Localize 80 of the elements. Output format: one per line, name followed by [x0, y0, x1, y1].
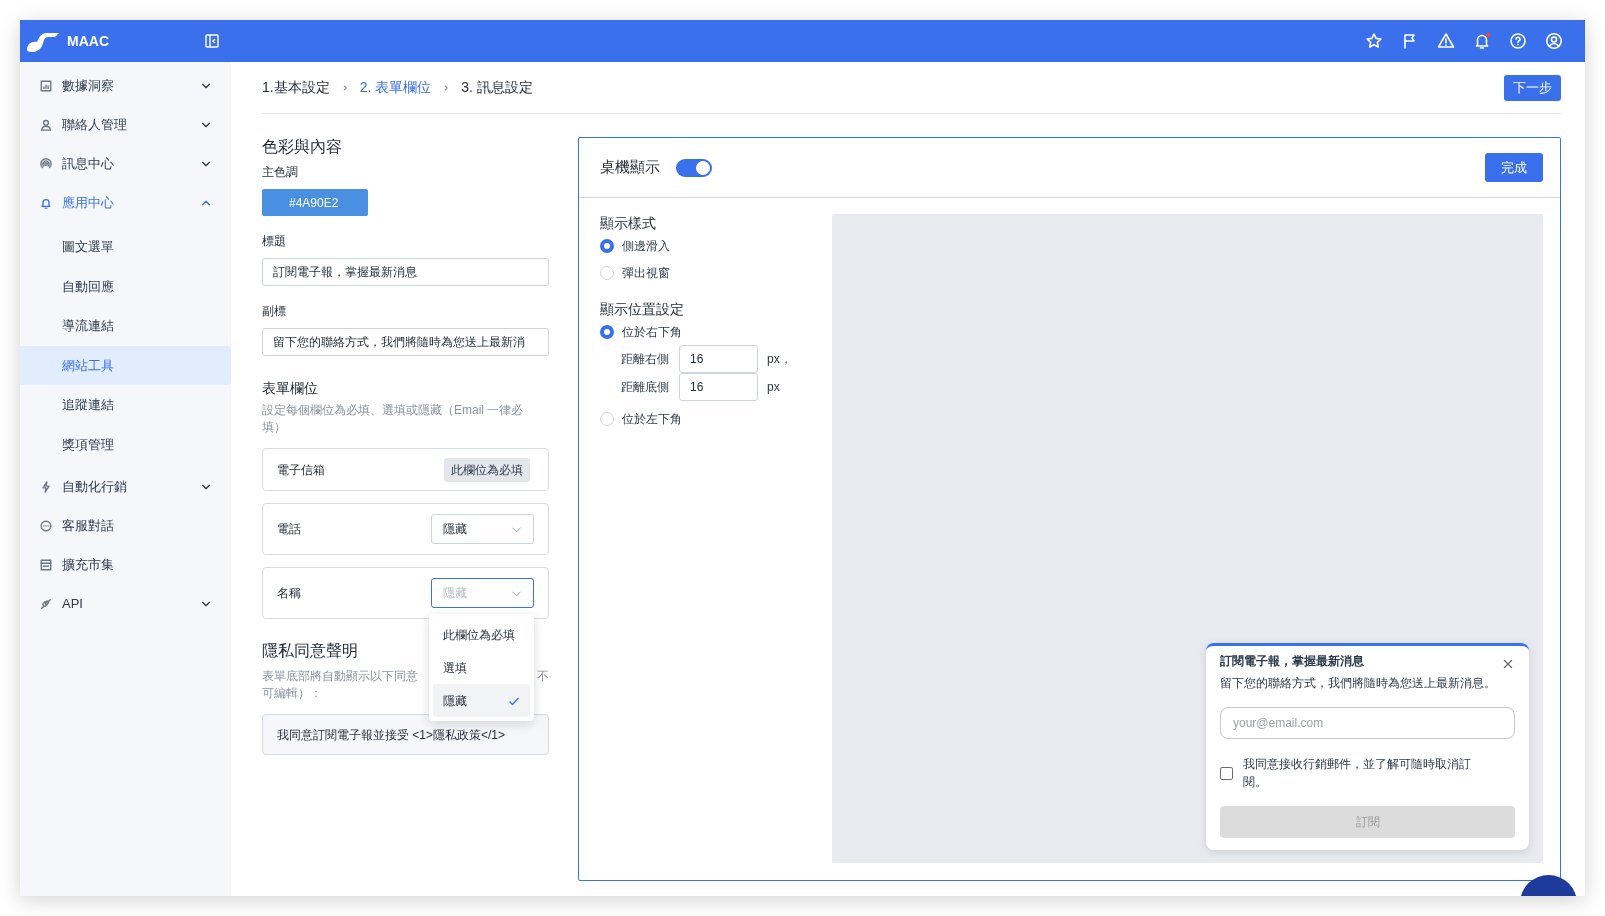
- menu-icon: [40, 480, 52, 493]
- field-name: 名稱: [277, 585, 302, 602]
- user-icon[interactable]: [1545, 32, 1563, 50]
- sidebar-toggle-icon[interactable]: [205, 34, 219, 48]
- sidebar-item[interactable]: API: [20, 584, 231, 623]
- field-label: 副標: [262, 303, 287, 320]
- sidebar-item[interactable]: 數據洞察: [20, 66, 231, 105]
- radio-label[interactable]: 側邊滑入: [622, 236, 670, 255]
- radio-label[interactable]: 彈出視窗: [622, 263, 670, 282]
- consent-text: 我同意訂閱電子報並接受 <1>隱私政策</1>: [262, 714, 549, 755]
- step-link[interactable]: 1.基本設定: [262, 77, 330, 98]
- sidebar-item[interactable]: 追蹤連結: [20, 385, 231, 425]
- dropdown-option[interactable]: 隱藏: [433, 684, 530, 717]
- select-field[interactable]: 隱藏: [431, 514, 534, 544]
- star-icon[interactable]: [1365, 32, 1383, 50]
- field-label: 距離底側: [621, 379, 670, 396]
- number-field[interactable]: 16: [679, 373, 758, 401]
- popup-subtitle: 留下您的聯絡方式，我們將隨時為您送上最新消息。: [1220, 675, 1497, 692]
- menu-icon: [40, 79, 52, 92]
- chevron-icon: [341, 84, 348, 91]
- radio-label[interactable]: 位於左下角: [622, 409, 682, 428]
- sidebar-item[interactable]: 客服對話: [20, 506, 231, 545]
- dropdown-option[interactable]: 選填: [433, 651, 530, 684]
- sidebar-item[interactable]: 自動回應: [20, 266, 231, 306]
- section-description: 可編輯）：: [262, 685, 322, 702]
- warning-icon[interactable]: [1437, 32, 1455, 50]
- field-name: 電話: [277, 521, 302, 538]
- text-field[interactable]: 訂閱電子報，掌握最新消息: [262, 258, 549, 286]
- next-button[interactable]: 下一步: [1504, 74, 1561, 101]
- field-name: 電子信箱: [277, 461, 326, 479]
- done-button[interactable]: 完成: [1485, 153, 1543, 182]
- help-icon[interactable]: [1509, 32, 1527, 50]
- text-field[interactable]: 留下您的聯絡方式，我們將隨時為您送上最新消: [262, 328, 549, 356]
- section-heading: 顯示樣式: [600, 214, 657, 232]
- radio-label[interactable]: 位於右下角: [622, 322, 682, 341]
- sidebar-item[interactable]: 網站工具: [20, 345, 231, 385]
- email-field[interactable]: your@email.com: [1220, 707, 1515, 739]
- menu-icon: [40, 196, 52, 209]
- dropdown-option[interactable]: 此欄位為必填: [433, 618, 530, 651]
- field-label: 主色調: [262, 164, 299, 181]
- sidebar-item[interactable]: 導流連結: [20, 306, 231, 346]
- section-description: 設定每個欄位為必填、選填或隱藏（Email 一律必填）: [262, 402, 525, 436]
- logo-icon: [25, 30, 61, 52]
- checkbox[interactable]: [1220, 766, 1233, 780]
- unit-label: px: [767, 379, 780, 396]
- toggle-switch[interactable]: [676, 158, 712, 177]
- bell-icon[interactable]: [1473, 32, 1491, 50]
- app-name: MAAC: [67, 31, 109, 51]
- field-label: 標題: [262, 233, 287, 250]
- field-label: 距離右側: [621, 351, 670, 368]
- sidebar-item[interactable]: 自動化行銷: [20, 467, 231, 506]
- section-heading: 表單欄位: [262, 379, 319, 398]
- number-field[interactable]: 16: [679, 345, 758, 373]
- step-link[interactable]: 2. 表單欄位: [359, 77, 432, 98]
- chevron-icon: [443, 84, 450, 91]
- menu-icon: [40, 597, 52, 610]
- section-heading: 色彩與內容: [262, 137, 343, 157]
- radio-button[interactable]: [600, 324, 614, 339]
- sidebar-item[interactable]: 訊息中心: [20, 144, 231, 183]
- menu-icon: [40, 558, 52, 571]
- section-description: 表單底部將自動顯示以下同意: [262, 668, 418, 685]
- unit-label: px，: [767, 351, 792, 368]
- section-heading: 隱私同意聲明: [262, 641, 359, 661]
- sidebar-item[interactable]: 獎項管理: [20, 424, 231, 464]
- sidebar-item[interactable]: 擴充市集: [20, 545, 231, 584]
- section-description: 不: [537, 668, 549, 685]
- required-tag: 此欄位為必填: [444, 457, 530, 482]
- popup-title: 訂閱電子報，掌握最新消息: [1220, 653, 1365, 670]
- step-link[interactable]: 3. 訊息設定: [461, 77, 533, 98]
- menu-icon: [40, 118, 52, 131]
- radio-button[interactable]: [600, 238, 614, 253]
- sidebar-item[interactable]: 應用中心: [20, 183, 231, 222]
- sidebar-item[interactable]: 圖文選單: [20, 227, 231, 267]
- panel-title: 桌機顯示: [600, 157, 660, 178]
- checkbox-label[interactable]: 我同意接收行銷郵件，並了解可隨時取消訂閱。: [1243, 755, 1515, 791]
- close-icon[interactable]: [1503, 659, 1513, 669]
- sidebar-item[interactable]: 聯絡人管理: [20, 105, 231, 144]
- section-heading: 顯示位置設定: [600, 300, 685, 318]
- menu-icon: [40, 157, 52, 170]
- menu-icon: [40, 519, 52, 532]
